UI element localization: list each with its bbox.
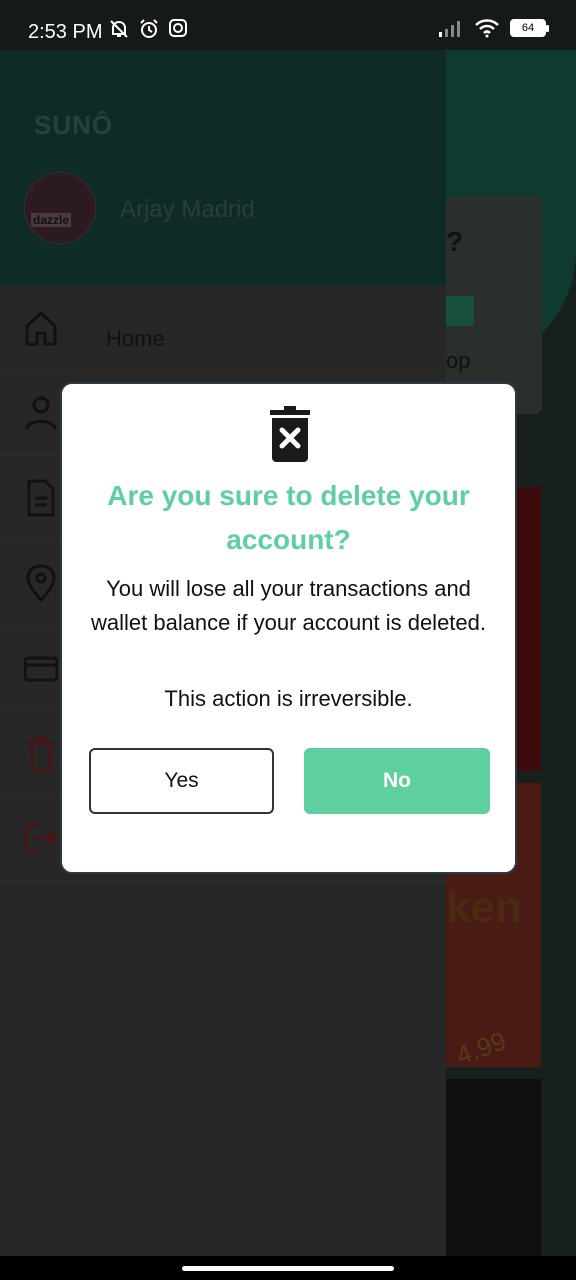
dialog-message: You will lose all your transactions and …	[90, 576, 486, 635]
promo-card-graphic	[446, 296, 474, 326]
system-nav-bar	[0, 1256, 576, 1280]
avatar[interactable]: dazzle	[24, 172, 96, 244]
dialog-warning: This action is irreversible.	[164, 686, 413, 711]
dialog-title: Are you sure to delete your account?	[107, 480, 470, 555]
yes-button[interactable]: Yes	[89, 748, 274, 814]
document-icon	[27, 479, 55, 517]
banner-card-dark[interactable]	[446, 1079, 541, 1259]
food-banner-price: 4.99	[452, 1025, 511, 1071]
delete-account-dialog: Are you sure to delete your account? You…	[60, 382, 517, 874]
status-bar: 2:53 PM 64	[0, 0, 576, 50]
menu-item-home[interactable]: Home	[0, 286, 446, 371]
no-button[interactable]: No	[304, 748, 490, 814]
brand-logo: SUNÔ	[34, 110, 114, 140]
status-time: 2:53 PM	[28, 21, 103, 43]
instagram-icon	[169, 19, 187, 37]
food-banner-text: ken	[446, 883, 522, 932]
status-notification-icons	[108, 18, 188, 40]
battery-icon: 64	[510, 19, 549, 37]
mute-icon	[110, 20, 128, 38]
drawer-header: SUNÔ dazzle Arjay Madrid	[0, 50, 446, 286]
user-icon	[25, 396, 57, 430]
trash-delete-icon	[270, 406, 310, 462]
logout-icon	[25, 823, 58, 853]
signal-icon	[439, 21, 460, 37]
user-name: Arjay Madrid	[120, 196, 255, 223]
location-pin-icon	[26, 564, 56, 603]
alarm-icon	[140, 19, 158, 38]
avatar-label: dazzle	[31, 213, 72, 227]
promo-card-label: op	[446, 348, 471, 373]
home-icon	[25, 311, 57, 346]
status-system-icons: 64	[438, 18, 549, 38]
trash-icon	[28, 736, 54, 772]
credit-card-icon	[24, 656, 58, 682]
wifi-icon	[475, 19, 499, 38]
home-gesture-bar[interactable]	[182, 1266, 394, 1271]
promo-card-title: ?	[446, 226, 464, 257]
menu-item-label: Home	[106, 326, 165, 351]
